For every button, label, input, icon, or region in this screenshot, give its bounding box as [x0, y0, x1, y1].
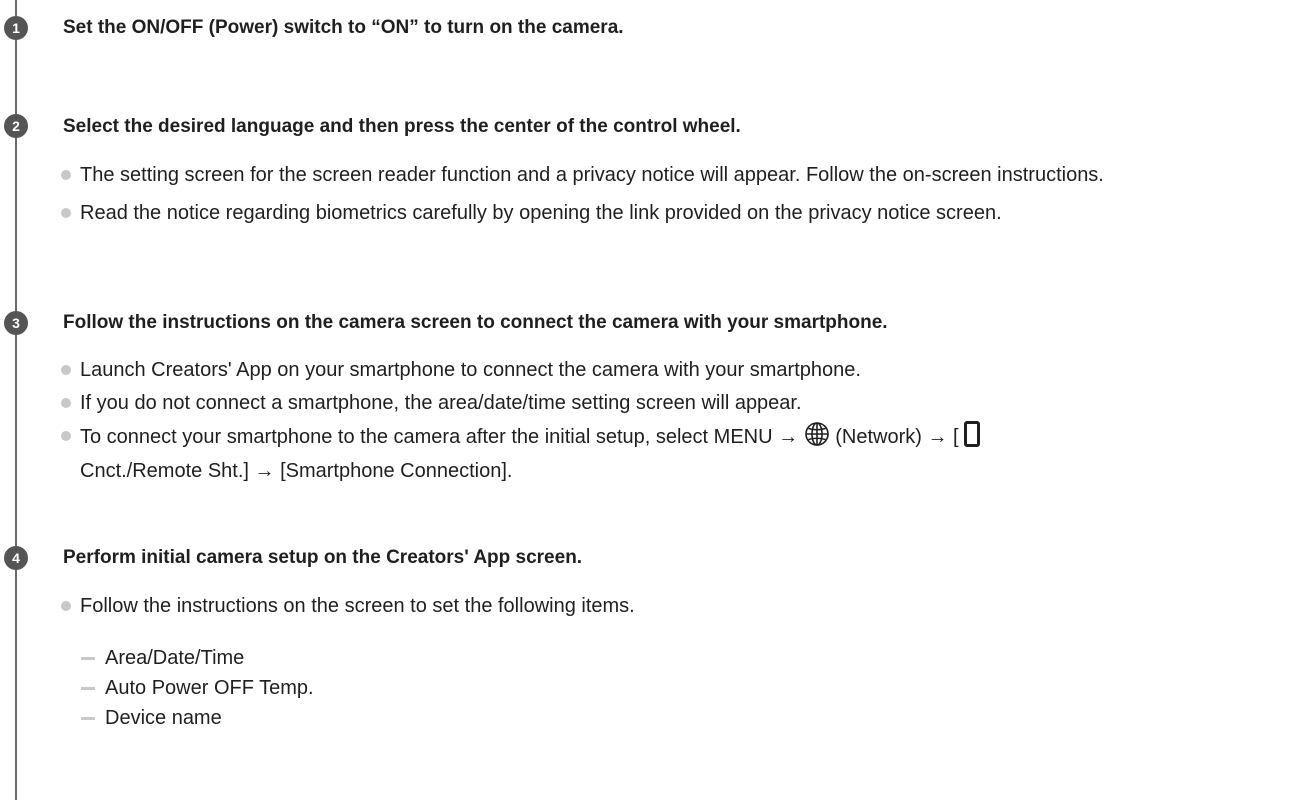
sub-item-list: Area/Date/Time Auto Power OFF Temp. Devi…	[81, 646, 314, 731]
step-title: Select the desired language and then pre…	[63, 116, 741, 137]
dash-icon	[81, 687, 95, 690]
list-item-text: Launch Creators' App on your smartphone …	[80, 359, 861, 381]
list-item: Read the notice regarding biometrics car…	[60, 198, 1301, 228]
list-item: If you do not connect a smartphone, the …	[60, 388, 1301, 418]
step-number-badge: 3	[4, 311, 28, 335]
step-bullet-list: Launch Creators' App on your smartphone …	[60, 355, 1301, 486]
dash-icon	[81, 717, 95, 720]
step-number-badge: 2	[4, 114, 28, 138]
sub-list-item-text: Auto Power OFF Temp.	[105, 677, 314, 699]
step-bullet-list: The setting screen for the screen reader…	[60, 160, 1301, 228]
bullet-icon	[61, 208, 71, 218]
list-item-text: Follow the instructions on the screen to…	[80, 595, 635, 617]
list-item: The setting screen for the screen reader…	[60, 160, 1301, 190]
step-title: Perform initial camera setup on the Crea…	[63, 547, 583, 568]
step-number-badge: 4	[4, 546, 28, 570]
bullet-icon	[61, 170, 71, 180]
sub-list-item: Area/Date/Time	[81, 646, 314, 671]
list-item-text: Cnct./Remote Sht.] → [Smartphone Connect…	[80, 460, 513, 482]
list-item-text: To connect your smartphone to the camera…	[80, 426, 804, 448]
dash-icon	[81, 657, 95, 660]
list-item: To connect your smartphone to the camera…	[60, 421, 1301, 486]
sub-list-item-text: Device name	[105, 707, 222, 729]
list-item: Follow the instructions on the screen to…	[60, 591, 1301, 621]
list-item: Launch Creators' App on your smartphone …	[60, 355, 1301, 385]
list-item-text: If you do not connect a smartphone, the …	[80, 392, 802, 414]
step-title: Follow the instructions on the camera sc…	[63, 312, 888, 333]
bullet-icon	[61, 431, 71, 441]
list-item-text: The setting screen for the screen reader…	[80, 164, 1104, 186]
globe-icon	[804, 421, 830, 456]
step-title: Set the ON/OFF (Power) switch to “ON” to…	[63, 17, 624, 38]
sub-list-item-text: Area/Date/Time	[105, 647, 245, 669]
bullet-icon	[61, 365, 71, 375]
step-number-badge: 1	[4, 16, 28, 40]
bullet-icon	[61, 398, 71, 408]
list-item-text: Read the notice regarding biometrics car…	[80, 202, 1002, 224]
sub-list-item: Device name	[81, 706, 314, 731]
step-bullet-list: Follow the instructions on the screen to…	[60, 591, 1301, 621]
smartphone-icon	[964, 421, 981, 456]
list-item-text: (Network) → [	[829, 426, 959, 448]
bullet-icon	[61, 601, 71, 611]
sub-list-item: Auto Power OFF Temp.	[81, 676, 314, 701]
